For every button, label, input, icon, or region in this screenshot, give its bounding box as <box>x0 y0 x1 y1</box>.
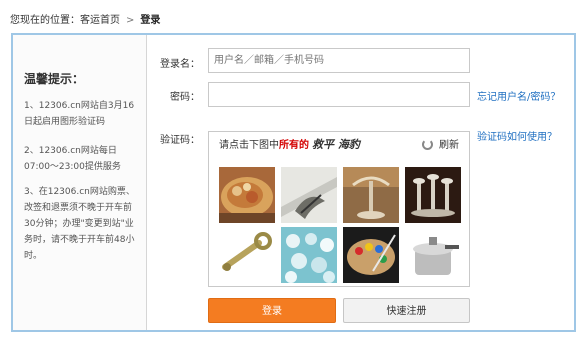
breadcrumb-home-link[interactable]: 客运首页 <box>80 15 120 26</box>
password-input[interactable] <box>208 82 470 107</box>
captcha-tile-food[interactable] <box>219 167 275 223</box>
captcha-instruction-emphasis: 所有的 <box>279 140 309 151</box>
forgot-password-link[interactable]: 忘记用户名/密码？ <box>477 88 560 103</box>
captcha-refresh-label: 刷新 <box>439 140 459 151</box>
clothespins-image <box>281 227 337 283</box>
captcha-tile-candlesticks[interactable] <box>405 167 461 223</box>
breadcrumb-current: 登录 <box>140 15 161 26</box>
breadcrumb-separator: > <box>126 15 135 26</box>
tips-title: 温馨提示： <box>24 72 85 86</box>
captcha-tile-ribbon[interactable] <box>281 167 337 223</box>
tips-sidebar: 温馨提示： 1、12306.cn网站自3月16日起启用图形验证码 2、12306… <box>13 35 147 330</box>
tip-item-2: 2、12306.cn网站每日07:00～23:00提供服务 <box>24 146 121 172</box>
captcha-box: 请点击下图中所有的 救平 海豹 刷新 <box>208 131 470 287</box>
login-button[interactable]: 登录 <box>208 298 336 323</box>
captcha-instruction-text: 请点击下图中 <box>219 140 279 151</box>
quick-register-button[interactable]: 快速注册 <box>343 298 470 323</box>
login-panel: 温馨提示： 1、12306.cn网站自3月16日起启用图形验证码 2、12306… <box>11 33 576 332</box>
refresh-icon <box>422 139 433 150</box>
tip-item-3: 3、在12306.cn网站购票、改签和退票须不晚于开车前30分钟；办理"变更到站… <box>24 187 135 261</box>
captcha-instruction: 请点击下图中所有的 救平 海豹 <box>219 136 360 152</box>
captcha-tile-wrench[interactable] <box>219 227 275 283</box>
captcha-target-word: 救平 海豹 <box>312 138 360 151</box>
password-label: 密码： <box>170 92 200 103</box>
captcha-tile-lamp[interactable] <box>343 167 399 223</box>
pressure-cooker-image <box>405 227 461 283</box>
captcha-label: 验证码： <box>160 135 200 146</box>
captcha-tile-palette[interactable] <box>343 227 399 283</box>
breadcrumb-prefix: 您现在的位置： <box>10 15 80 26</box>
captcha-tile-clothespins[interactable] <box>281 227 337 283</box>
food-image <box>219 167 275 223</box>
palette-image <box>343 227 399 283</box>
tip-item-1: 1、12306.cn网站自3月16日起启用图形验证码 <box>24 101 135 127</box>
lamp-image <box>343 167 399 223</box>
ribbon-image <box>281 167 337 223</box>
breadcrumb: 您现在的位置：客运首页 > 登录 <box>10 11 160 26</box>
username-input[interactable] <box>208 48 470 73</box>
captcha-tile-pressure-cooker[interactable] <box>405 227 461 283</box>
candlesticks-image <box>405 167 461 223</box>
username-label: 登录名： <box>160 59 200 70</box>
captcha-help-link[interactable]: 验证码如何使用？ <box>477 128 557 143</box>
wrench-image <box>219 227 275 283</box>
captcha-refresh-button[interactable]: 刷新 <box>422 136 459 151</box>
